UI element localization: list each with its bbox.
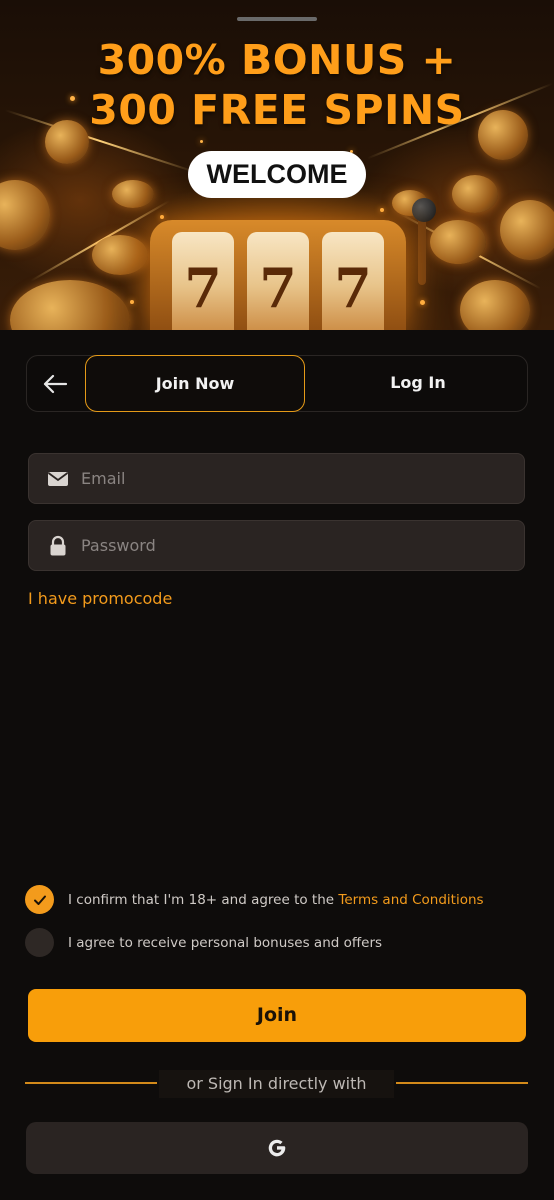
divider-line — [25, 1082, 157, 1084]
bonus-consent-label: I agree to receive personal bonuses and … — [68, 934, 383, 951]
age-consent-checkbox[interactable] — [25, 885, 54, 914]
spark-decoration — [130, 300, 134, 304]
coin-decoration — [92, 235, 148, 275]
bonus-consent-checkbox[interactable] — [25, 928, 54, 957]
slot-reel: 7 — [322, 232, 384, 330]
password-field[interactable] — [28, 520, 525, 571]
welcome-badge: WELCOME — [188, 151, 366, 198]
coin-decoration — [10, 280, 130, 330]
tab-join-now[interactable]: Join Now — [85, 355, 305, 412]
coin-decoration — [112, 180, 154, 208]
age-consent-row: I confirm that I'm 18+ and agree to the … — [25, 885, 484, 914]
promo-banner: 7 7 7 300% BONUS + 300 FREE SPINS WELCOM… — [0, 0, 554, 330]
coin-decoration — [500, 200, 554, 260]
age-consent-label: I confirm that I'm 18+ and agree to the … — [68, 892, 484, 908]
coin-decoration — [452, 175, 498, 213]
bonus-subheadline: 300 FREE SPINS — [89, 86, 465, 134]
slot-reel: 7 — [172, 232, 234, 330]
back-button[interactable] — [37, 366, 73, 402]
envelope-icon — [47, 472, 69, 486]
reel-symbol: 7 — [334, 256, 372, 320]
reel-symbol: 7 — [259, 256, 297, 320]
email-field[interactable] — [28, 453, 525, 504]
auth-tabs: Join Now Log In — [26, 355, 528, 412]
checkmark-icon — [33, 895, 46, 905]
promocode-link[interactable]: I have promocode — [28, 589, 172, 608]
spark-decoration — [160, 215, 164, 219]
google-signin-button[interactable] — [26, 1122, 528, 1174]
slot-machine-image: 7 7 7 — [150, 220, 406, 330]
bonus-headline: 300% BONUS + — [97, 36, 457, 84]
slot-lever — [418, 215, 426, 285]
coin-decoration — [0, 180, 50, 250]
social-divider: or Sign In directly with — [25, 1070, 528, 1098]
coin-decoration — [460, 280, 530, 330]
sheet-drag-handle[interactable] — [237, 17, 317, 21]
slot-reel: 7 — [247, 232, 309, 330]
password-input[interactable] — [81, 521, 511, 570]
spark-decoration — [420, 300, 425, 305]
spark-decoration — [380, 208, 384, 212]
reel-symbol: 7 — [184, 256, 222, 320]
terms-link[interactable]: Terms and Conditions — [338, 892, 483, 908]
spark-decoration — [200, 140, 203, 143]
lock-icon — [50, 535, 66, 556]
coin-decoration — [430, 220, 486, 264]
google-icon — [268, 1139, 286, 1157]
age-consent-text: I confirm that I'm 18+ and agree to the — [68, 891, 339, 908]
email-input[interactable] — [81, 454, 511, 503]
divider-line — [396, 1082, 528, 1084]
slot-lever-knob — [412, 198, 436, 222]
tab-log-in[interactable]: Log In — [307, 355, 529, 412]
divider-text: or Sign In directly with — [159, 1070, 394, 1098]
arrow-left-icon — [43, 374, 68, 394]
bonus-consent-row: I agree to receive personal bonuses and … — [25, 928, 382, 957]
join-button[interactable]: Join — [28, 989, 526, 1042]
